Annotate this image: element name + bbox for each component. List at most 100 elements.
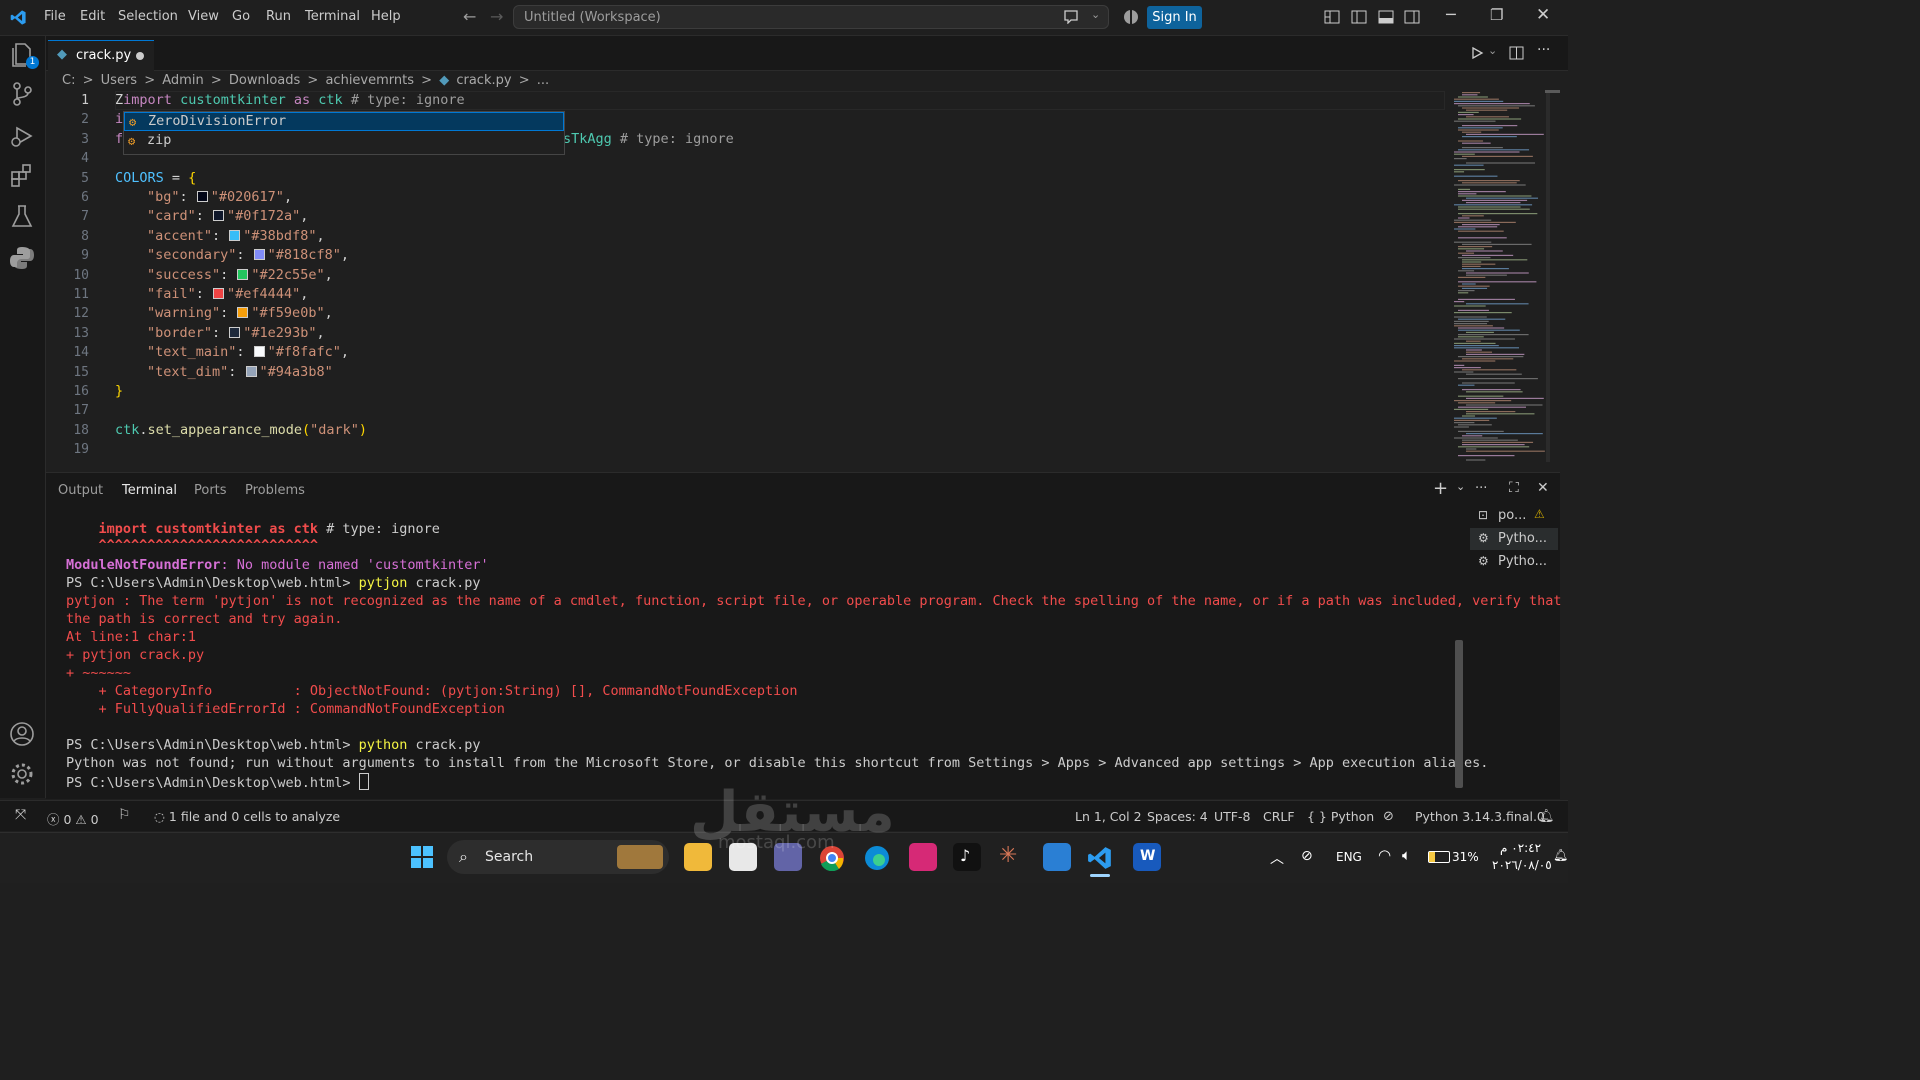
tab-ports[interactable]: Ports <box>194 483 227 498</box>
run-file-icon[interactable] <box>1470 46 1484 60</box>
terminal-instance[interactable]: ⚙ Pytho... <box>1470 551 1558 573</box>
indentation[interactable]: Spaces: 4 <box>1147 809 1208 824</box>
volume-icon[interactable]: 🔈︎ <box>1402 846 1411 864</box>
breadcrumb-item[interactable]: Admin <box>162 73 203 88</box>
color-swatch[interactable] <box>213 210 225 221</box>
terminal-prompt[interactable]: PS C:\Users\Admin\Desktop\web.html> <box>66 773 369 791</box>
vscode-taskbar-icon[interactable] <box>1087 845 1113 871</box>
command-center[interactable]: Untitled (Workspace) ⌄ <box>513 5 1109 29</box>
menu-selection[interactable]: Selection <box>118 9 178 24</box>
copilot-status-icon[interactable]: ⊘ <box>1383 809 1394 824</box>
close-window-icon[interactable]: ✕ <box>1536 5 1550 25</box>
clock-date[interactable]: ٢٠٢٦/٠٨/٠٥ <box>1492 858 1552 872</box>
problems-status[interactable]: ⓧ 0 ⚠ 0 <box>47 809 99 828</box>
back-arrow-icon[interactable]: ← <box>463 7 476 26</box>
battery-icon[interactable] <box>1428 851 1450 863</box>
color-swatch[interactable] <box>237 307 249 318</box>
no-wifi-icon[interactable]: ⊘ <box>1301 848 1313 864</box>
analyze-status[interactable]: ◌ 1 file and 0 cells to analyze <box>154 809 340 824</box>
chat-icon[interactable] <box>1063 10 1079 24</box>
chevron-down-icon[interactable]: ⌄ <box>1091 8 1100 21</box>
suggestion-item[interactable]: ⚙ zip <box>124 132 564 151</box>
claude-icon[interactable]: ✳ <box>999 843 1017 868</box>
more-actions-icon[interactable]: ··· <box>1537 42 1550 58</box>
color-swatch[interactable] <box>253 346 265 357</box>
extensions-icon[interactable] <box>8 162 36 190</box>
color-swatch[interactable] <box>253 249 265 260</box>
settings-gear-icon[interactable] <box>8 760 36 788</box>
tab-problems[interactable]: Problems <box>245 483 305 498</box>
menu-go[interactable]: Go <box>232 9 250 24</box>
cursor-position[interactable]: Ln 1, Col 2 <box>1075 809 1142 824</box>
tab-crack-py[interactable]: ◆ crack.py <box>48 40 154 71</box>
word-icon[interactable]: W <box>1133 843 1161 871</box>
close-panel-icon[interactable]: ✕ <box>1537 480 1549 496</box>
language-mode[interactable]: { } Python <box>1307 809 1374 824</box>
menu-terminal[interactable]: Terminal <box>305 9 360 24</box>
testing-icon[interactable] <box>8 202 36 230</box>
menu-run[interactable]: Run <box>266 9 291 24</box>
notifications-bell-icon[interactable]: 🔔︎ <box>1538 809 1555 824</box>
toggle-panel-icon[interactable] <box>1378 10 1394 24</box>
split-editor-icon[interactable] <box>1509 46 1524 60</box>
maximize-panel-icon[interactable]: ⛶ <box>1509 480 1519 496</box>
menu-help[interactable]: Help <box>371 9 401 24</box>
edge-icon[interactable] <box>864 845 890 871</box>
windows-start-icon[interactable] <box>410 845 434 869</box>
run-debug-icon[interactable] <box>8 122 36 150</box>
tab-output[interactable]: Output <box>58 483 103 498</box>
panel-more-icon[interactable]: ··· <box>1475 481 1487 496</box>
sign-in-button[interactable]: Sign In <box>1147 6 1202 29</box>
clock-time[interactable]: ٠٢:٤٢ م <box>1500 841 1541 855</box>
minimize-icon[interactable]: ─ <box>1446 5 1456 24</box>
color-swatch[interactable] <box>237 269 249 280</box>
minimap[interactable] <box>1450 90 1550 462</box>
color-swatch[interactable] <box>229 327 241 338</box>
copilot-icon[interactable] <box>1123 9 1139 25</box>
color-swatch[interactable] <box>196 191 208 202</box>
photos-icon[interactable] <box>1043 843 1071 871</box>
tab-terminal[interactable]: Terminal <box>122 483 177 498</box>
menu-file[interactable]: File <box>44 9 66 24</box>
tiktok-icon[interactable]: ♪ <box>953 843 981 871</box>
file-explorer-icon[interactable] <box>684 843 712 871</box>
python-interpreter[interactable]: Python 3.14.3.final.0 <box>1415 809 1545 824</box>
encoding[interactable]: UTF-8 <box>1214 809 1250 824</box>
breadcrumb-item[interactable]: achievemrnts <box>325 73 414 88</box>
breadcrumb-item[interactable]: crack.py <box>456 73 511 88</box>
python-icon[interactable] <box>8 244 36 272</box>
terminal-instance[interactable]: ⚙ Pytho... <box>1470 528 1558 550</box>
new-terminal-icon[interactable]: + <box>1433 478 1448 499</box>
terminal-dropdown-icon[interactable]: ⌄ <box>1456 480 1465 493</box>
toggle-secondary-sidebar-icon[interactable] <box>1404 10 1420 24</box>
notification-icon[interactable]: 🔔︎ <box>1553 848 1568 862</box>
debug-icon[interactable]: ⚐ <box>118 807 131 823</box>
breadcrumb-item[interactable]: C: <box>62 73 75 88</box>
breadcrumb-item[interactable]: Downloads <box>229 73 300 88</box>
breadcrumb-item[interactable]: Users <box>101 73 137 88</box>
restore-icon[interactable]: ❐ <box>1490 6 1503 24</box>
account-icon[interactable] <box>8 720 36 748</box>
color-swatch[interactable] <box>229 230 241 241</box>
taskbar-search[interactable]: ⌕ Search <box>447 840 669 874</box>
unsaved-dot-icon[interactable] <box>136 52 144 60</box>
show-hidden-icons-icon[interactable]: ︿ <box>1270 848 1284 868</box>
toggle-sidebar-icon[interactable] <box>1351 10 1367 24</box>
customize-layout-icon[interactable] <box>1324 10 1340 24</box>
run-dropdown-icon[interactable]: ⌄ <box>1488 44 1497 57</box>
wifi-icon[interactable]: ◠ <box>1378 846 1391 864</box>
forward-arrow-icon[interactable]: → <box>490 7 503 26</box>
editor-scroll-thumb[interactable] <box>1545 90 1560 93</box>
menu-view[interactable]: View <box>188 9 219 24</box>
remote-icon[interactable]: ⤧ <box>15 807 26 823</box>
color-swatch[interactable] <box>213 288 225 299</box>
instagram-icon[interactable] <box>909 843 937 871</box>
terminal-instance[interactable]: ⊡ po... ⚠ <box>1470 505 1558 527</box>
suggestion-item[interactable]: ⚙ ZeroDivisionError <box>124 112 564 131</box>
source-control-icon[interactable] <box>8 80 36 108</box>
menu-edit[interactable]: Edit <box>80 9 105 24</box>
input-language[interactable]: ENG <box>1336 850 1362 864</box>
terminal-scroll-thumb[interactable] <box>1455 640 1463 788</box>
breadcrumb-item[interactable]: ... <box>537 73 549 88</box>
line-ending[interactable]: CRLF <box>1263 809 1295 824</box>
